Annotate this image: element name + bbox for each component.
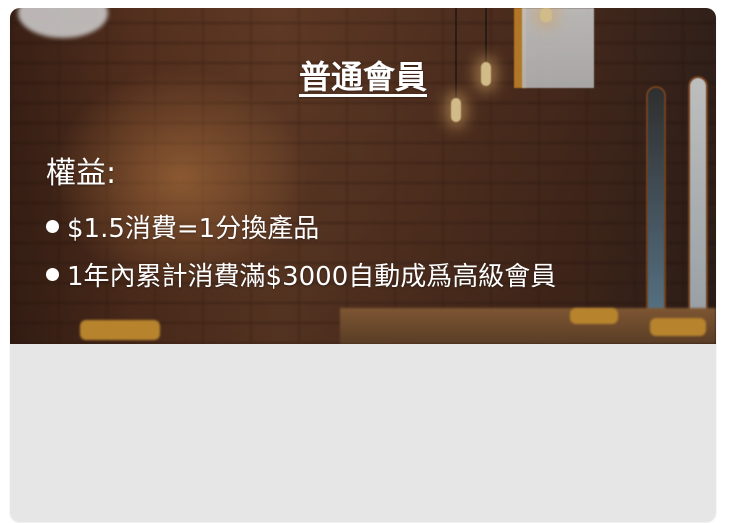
bullet-icon — [46, 267, 59, 281]
benefits-list: $1.5消費=1分換產品 1年內累計消費滿$3000自動成爲高級會員 — [46, 202, 556, 298]
card-lower-panel — [10, 344, 716, 522]
benefits-heading: 權益: — [46, 156, 117, 191]
membership-title: 普通會員 — [298, 58, 427, 96]
card-hero-background: 普通會員 權益: $1.5消費=1分換產品 1年內累計消費滿$3000自動成爲高… — [10, 8, 716, 344]
membership-card: 普通會員 權益: $1.5消費=1分換產品 1年內累計消費滿$3000自動成爲高… — [10, 8, 716, 522]
bullet-icon — [46, 219, 59, 233]
benefit-item: $1.5消費=1分換產品 — [46, 202, 556, 250]
benefit-text: 1年內累計消費滿$3000自動成爲高級會員 — [67, 261, 557, 292]
benefit-text: $1.5消費=1分換產品 — [67, 213, 320, 244]
benefit-item: 1年內累計消費滿$3000自動成爲高級會員 — [46, 250, 556, 298]
